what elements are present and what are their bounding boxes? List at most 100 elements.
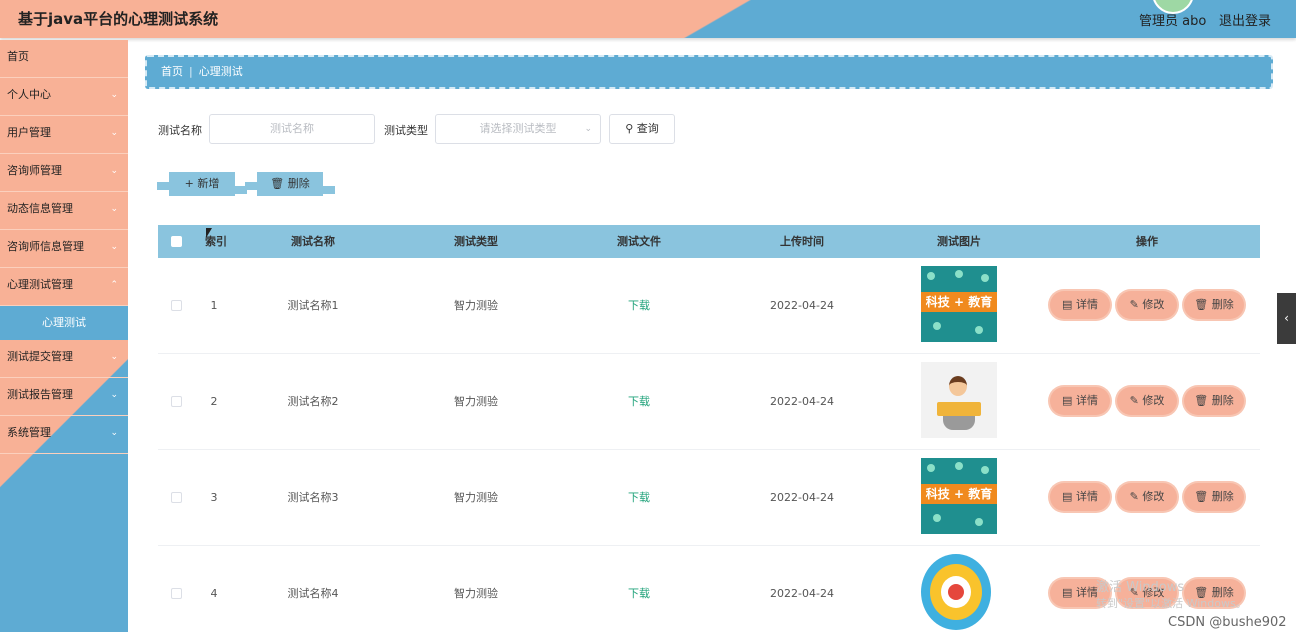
detail-button[interactable]: ▤ 详情 bbox=[1050, 291, 1110, 319]
breadcrumb-home[interactable]: 首页 bbox=[161, 65, 183, 78]
column-header-name: 测试名称 bbox=[291, 235, 335, 248]
cell-index: 3 bbox=[210, 491, 218, 504]
column-header-actions: 操作 bbox=[1136, 235, 1158, 248]
child-head-shape bbox=[949, 376, 967, 396]
test-image: 科技 + 教育 bbox=[921, 266, 997, 342]
sidebar-item-system-management[interactable]: 系统管理 ⌄ bbox=[0, 416, 128, 454]
chevron-down-icon: ⌄ bbox=[110, 390, 118, 400]
chevron-down-icon: ⌄ bbox=[110, 166, 118, 176]
edit-label: 修改 bbox=[1142, 298, 1165, 311]
test-type-placeholder: 请选择测试类型 bbox=[479, 122, 557, 135]
sidebar-item-news-management[interactable]: 动态信息管理 ⌄ bbox=[0, 192, 128, 230]
document-icon: ▤ bbox=[1062, 586, 1073, 599]
mouse-cursor-icon bbox=[206, 228, 212, 238]
image-caption: 科技 + 教育 bbox=[921, 292, 997, 312]
add-button[interactable]: + 新增 bbox=[157, 172, 247, 196]
bulb-icon bbox=[981, 466, 989, 474]
cell-type: 智力测验 bbox=[454, 587, 498, 600]
download-link[interactable]: 下载 bbox=[594, 258, 684, 354]
row-checkbox[interactable] bbox=[171, 300, 182, 311]
row-checkbox[interactable] bbox=[171, 396, 182, 407]
cell-index: 4 bbox=[210, 587, 218, 600]
chevron-down-icon: ⌄ bbox=[110, 90, 118, 100]
cell-type: 智力测验 bbox=[454, 491, 498, 504]
cell-upload-time: 2022-04-24 bbox=[770, 587, 834, 600]
delete-button[interactable]: 🗑 删除 bbox=[1184, 483, 1244, 511]
table-row: 2 测试名称2 智力测验 下载 2022-04-24 ▤ 详情 ✎ 修改 🗑 删… bbox=[158, 354, 1260, 450]
sidebar-item-test-submission-management[interactable]: 测试提交管理 ⌄ bbox=[0, 340, 128, 378]
sidebar-item-counselor-info-management[interactable]: 咨询师信息管理 ⌄ bbox=[0, 230, 128, 268]
edit-label: 修改 bbox=[1142, 490, 1165, 503]
cell-name: 测试名称3 bbox=[287, 491, 339, 504]
bulb-icon bbox=[955, 462, 963, 470]
delete-button[interactable]: 🗑 删除 bbox=[1184, 291, 1244, 319]
trash-icon: 🗑 bbox=[1194, 394, 1209, 407]
test-name-input[interactable]: 测试名称 bbox=[209, 114, 375, 144]
bulb-icon bbox=[975, 326, 983, 334]
bulb-icon bbox=[927, 464, 935, 472]
top-header: 基于java平台的心理测试系统 管理员 abo 退出登录 bbox=[0, 0, 1296, 38]
sidebar-item-user-management[interactable]: 用户管理 ⌄ bbox=[0, 116, 128, 154]
bulb-icon bbox=[955, 270, 963, 278]
row-checkbox[interactable] bbox=[171, 492, 182, 503]
sidebar-item-test-report-management[interactable]: 测试报告管理 ⌄ bbox=[0, 378, 128, 416]
column-header-image: 测试图片 bbox=[937, 235, 981, 248]
side-panel-toggle[interactable]: ‹ bbox=[1277, 293, 1296, 344]
test-table: 索引 测试名称 测试类型 测试文件 上传时间 测试图片 操作 1 测试名称1 智… bbox=[158, 225, 1260, 638]
download-link[interactable]: 下载 bbox=[594, 354, 684, 450]
logout-link[interactable]: 退出登录 bbox=[1219, 10, 1271, 29]
current-user: 管理员 abo bbox=[1139, 14, 1207, 29]
csdn-credit: CSDN @bushe902 bbox=[1168, 615, 1287, 630]
sidebar-item-label: 个人中心 bbox=[7, 88, 51, 101]
bulb-icon bbox=[933, 514, 941, 522]
select-all-checkbox[interactable] bbox=[171, 236, 182, 247]
document-icon: ▤ bbox=[1062, 394, 1073, 407]
test-type-select[interactable]: 请选择测试类型 ⌄ bbox=[435, 114, 601, 144]
pencil-icon: ✎ bbox=[1129, 298, 1139, 311]
edit-button[interactable]: ✎ 修改 bbox=[1117, 483, 1177, 511]
sidebar-subitem-psych-test[interactable]: 心理测试 bbox=[0, 306, 128, 340]
sidebar: 首页 个人中心 ⌄ 用户管理 ⌄ 咨询师管理 ⌄ 动态信息管理 ⌄ 咨询师信息管… bbox=[0, 40, 128, 632]
edit-button[interactable]: ✎ 修改 bbox=[1117, 291, 1177, 319]
delete-label: 删除 bbox=[1211, 490, 1234, 503]
query-button[interactable]: ⚲ 查询 bbox=[609, 114, 675, 144]
trash-icon: 🗑 bbox=[270, 177, 285, 190]
chevron-up-icon: ⌃ bbox=[110, 280, 118, 290]
detail-button[interactable]: ▤ 详情 bbox=[1050, 387, 1110, 415]
chevron-down-icon: ⌄ bbox=[110, 428, 118, 438]
batch-delete-button[interactable]: 🗑 删除 bbox=[245, 172, 335, 196]
cell-upload-time: 2022-04-24 bbox=[770, 491, 834, 504]
app-title: 基于java平台的心理测试系统 bbox=[18, 10, 219, 28]
edit-label: 修改 bbox=[1142, 394, 1165, 407]
column-header-file: 测试文件 bbox=[617, 235, 661, 248]
search-icon: ⚲ bbox=[625, 122, 634, 135]
download-link[interactable]: 下载 bbox=[594, 450, 684, 546]
download-link[interactable]: 下载 bbox=[594, 546, 684, 638]
test-image bbox=[921, 362, 997, 438]
document-icon: ▤ bbox=[1062, 298, 1073, 311]
edit-button[interactable]: ✎ 修改 bbox=[1117, 387, 1177, 415]
sidebar-item-psych-test-management[interactable]: 心理测试管理 ⌃ bbox=[0, 268, 128, 306]
sidebar-item-label: 心理测试管理 bbox=[7, 278, 73, 291]
chevron-down-icon: ⌄ bbox=[110, 128, 118, 138]
sidebar-item-label: 用户管理 bbox=[7, 126, 51, 139]
test-image bbox=[921, 554, 997, 630]
pencil-icon: ✎ bbox=[1129, 490, 1139, 503]
cell-name: 测试名称1 bbox=[287, 299, 339, 312]
ring-center-shape bbox=[948, 584, 964, 600]
detail-label: 详情 bbox=[1075, 394, 1098, 407]
sidebar-item-personal-center[interactable]: 个人中心 ⌄ bbox=[0, 78, 128, 116]
cell-type: 智力测验 bbox=[454, 299, 498, 312]
sidebar-item-home[interactable]: 首页 bbox=[0, 40, 128, 78]
breadcrumb-separator: | bbox=[189, 65, 193, 78]
windows-activation-watermark: 激活 Windows 转到"设置"以激活 Windows。 bbox=[1096, 580, 1247, 612]
add-label: 新增 bbox=[197, 177, 220, 190]
cell-upload-time: 2022-04-24 bbox=[770, 299, 834, 312]
sidebar-item-label: 系统管理 bbox=[7, 426, 51, 439]
sidebar-item-counselor-management[interactable]: 咨询师管理 ⌄ bbox=[0, 154, 128, 192]
delete-button[interactable]: 🗑 删除 bbox=[1184, 387, 1244, 415]
row-checkbox[interactable] bbox=[171, 588, 182, 599]
column-header-type: 测试类型 bbox=[454, 235, 498, 248]
detail-button[interactable]: ▤ 详情 bbox=[1050, 483, 1110, 511]
delete-label: 删除 bbox=[1211, 298, 1234, 311]
